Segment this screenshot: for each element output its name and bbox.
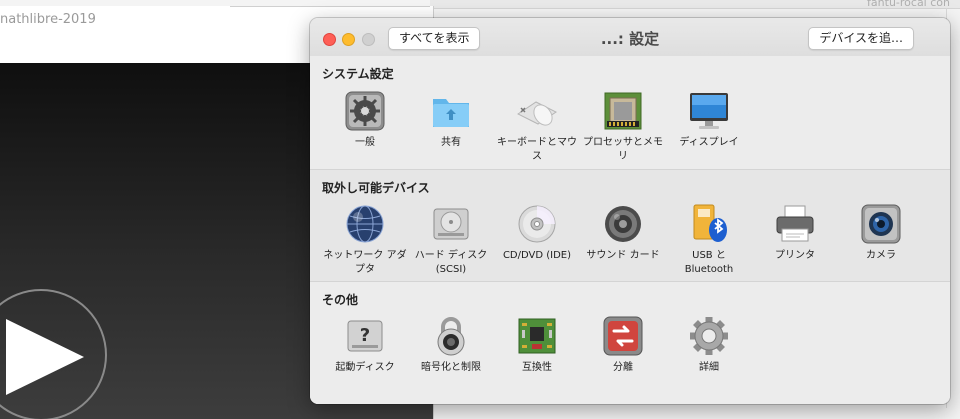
item-advanced[interactable]: 詳細 xyxy=(667,315,751,375)
printer-icon xyxy=(776,205,814,242)
play-icon[interactable] xyxy=(6,319,84,395)
item-compatibility[interactable]: 互換性 xyxy=(495,315,579,375)
settings-window: すべてを表示 ...: 設定 デバイスを追… システム設定 一般 共有 キーボー… xyxy=(310,18,950,404)
item-label: 互換性 xyxy=(522,362,552,373)
item-hard-disk[interactable]: ハード ディスク (SCSI) xyxy=(409,203,493,277)
display-icon xyxy=(690,93,728,129)
usb-bluetooth-icon xyxy=(693,204,727,242)
item-label: ネットワーク アダプタ xyxy=(323,250,407,275)
left-window-edge xyxy=(230,6,430,7)
item-sharing[interactable]: 共有 xyxy=(409,90,493,150)
settings-titlebar: すべてを表示 ...: 設定 デバイスを追… xyxy=(310,18,950,57)
item-general[interactable]: 一般 xyxy=(323,90,407,150)
circuit-board-icon xyxy=(518,318,556,354)
section-title: その他 xyxy=(322,293,359,307)
item-camera[interactable]: カメラ xyxy=(839,203,923,263)
item-label: USB と Bluetooth xyxy=(684,250,734,275)
section-title: システム設定 xyxy=(322,67,394,81)
item-keyboard-mouse[interactable]: キーボードとマウス xyxy=(495,90,579,164)
background-window-titlebar: fantu-rocal con xyxy=(430,0,960,9)
advanced-gear-icon xyxy=(690,317,728,355)
item-label: プロセッサとメモリ xyxy=(583,137,663,162)
add-device-button[interactable]: デバイスを追… xyxy=(808,27,914,50)
item-startup-disk[interactable]: ? 起動ディスク xyxy=(323,315,407,375)
shared-folder-icon xyxy=(433,99,469,127)
video-player-title: nathlibre-2019 xyxy=(0,12,96,27)
item-network-adapter[interactable]: ネットワーク アダプタ xyxy=(323,203,407,277)
item-display[interactable]: ディスプレイ xyxy=(667,90,751,150)
background-window-text: fantu-rocal con xyxy=(867,0,950,9)
item-label: CD/DVD (IDE) xyxy=(502,250,572,261)
section-system-settings: システム設定 一般 共有 キーボードとマウス プロセッサとメモリ ディスプレイ xyxy=(310,56,950,169)
section-other: その他 ? 起動ディスク 暗号化と制限 互換性 分離 詳細 xyxy=(310,281,950,404)
camera-icon xyxy=(861,204,901,244)
hard-disk-icon xyxy=(433,208,469,240)
item-isolation[interactable]: 分離 xyxy=(581,315,665,375)
section-removable-devices: 取外し可能デバイス ネットワーク アダプタ ハード ディスク (SCSI) CD… xyxy=(310,169,950,282)
processor-memory-icon xyxy=(604,92,642,130)
section-title: 取外し可能デバイス xyxy=(322,181,430,195)
speaker-icon xyxy=(605,206,641,242)
item-label: 分離 xyxy=(613,362,633,373)
item-label: ハード ディスク (SCSI) xyxy=(414,250,488,275)
item-label: プリンタ xyxy=(775,250,815,261)
item-usb-bluetooth[interactable]: USB と Bluetooth xyxy=(667,203,751,277)
item-label: キーボードとマウス xyxy=(497,137,577,162)
item-label: 暗号化と制限 xyxy=(421,362,481,373)
item-sound-card[interactable]: サウンド カード xyxy=(581,203,665,263)
svg-text:?: ? xyxy=(360,325,370,346)
item-label: 共有 xyxy=(441,137,461,148)
item-encryption[interactable]: 暗号化と制限 xyxy=(409,315,493,375)
gear-switch-icon xyxy=(345,91,385,131)
item-label: 一般 xyxy=(355,137,375,148)
network-globe-icon xyxy=(346,205,384,243)
item-printer[interactable]: プリンタ xyxy=(753,203,837,263)
item-label: サウンド カード xyxy=(586,250,660,261)
item-label: カメラ xyxy=(866,250,896,261)
item-processor-memory[interactable]: プロセッサとメモリ xyxy=(581,90,665,164)
cd-dvd-icon xyxy=(518,205,556,243)
item-cd-dvd[interactable]: CD/DVD (IDE) xyxy=(495,203,579,263)
item-label: 詳細 xyxy=(699,362,719,373)
isolation-icon xyxy=(603,316,643,356)
item-label: 起動ディスク xyxy=(335,362,395,373)
padlock-icon xyxy=(437,317,465,356)
item-label: ディスプレイ xyxy=(679,137,739,148)
startup-disk-icon: ? xyxy=(347,320,383,352)
keyboard-mouse-icon xyxy=(517,101,557,126)
